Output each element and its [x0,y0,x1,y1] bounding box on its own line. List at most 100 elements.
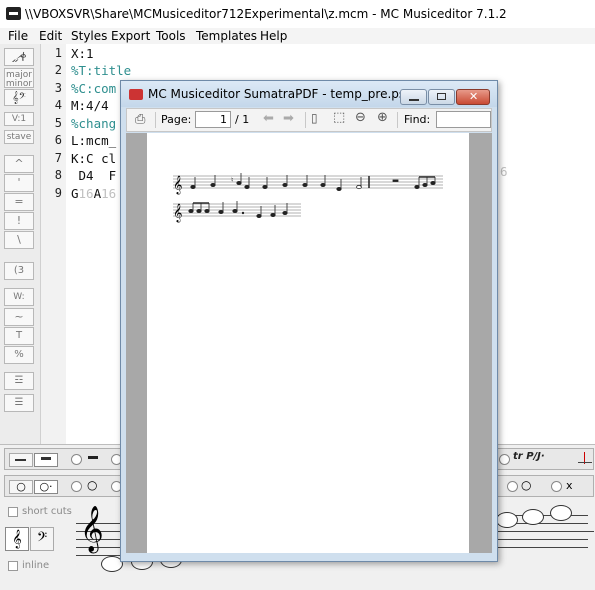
clef-icon: 𝄞𝄢 [12,91,26,104]
words-button[interactable]: W: [4,288,34,306]
whole-note-icon: ○ [16,480,26,493]
minimize-button[interactable] [400,89,427,105]
common-time-button[interactable]: 𝀴 [4,48,34,66]
tilde-button[interactable]: ~ [4,308,34,326]
pdf-viewer-window: MC Musiceditor SumatraPDF - temp_pre.ps … [120,80,498,562]
pdf-window-title: MC Musiceditor SumatraPDF - temp_pre.ps [148,87,406,101]
menu-file[interactable]: File [8,28,28,44]
bass-clef-button[interactable]: 𝄢 [30,527,54,551]
code-token: 16 [101,186,117,201]
note-radio[interactable] [551,481,562,492]
staff-line [498,539,588,540]
next-page-icon[interactable]: ➡ [283,111,294,126]
dot [241,211,245,215]
menu-help[interactable]: Help [260,28,287,44]
find-input[interactable] [436,111,491,128]
window-title: \\VBOXSVR\Share\MCMusiceditor712Experime… [25,7,507,21]
code-line: M:4/4 [71,98,109,113]
exclaim-button[interactable]: ! [4,212,34,230]
line-number-gutter: 1 2 3 4 5 6 7 8 9 [41,44,66,444]
treble-clef-staff-icon: 𝄞 [80,506,104,552]
score-preview: 𝄞 ♮ 𝄞 [173,173,443,223]
note-head [236,181,242,186]
bass-clef-icon: 𝄢 [36,529,48,548]
rest-button-selected[interactable] [34,453,58,467]
menu-templates[interactable]: Templates [196,28,257,44]
rest-button[interactable] [9,453,33,467]
stave-button[interactable]: stave [4,130,34,144]
code-line: %chang [71,116,117,131]
dotted-note-button[interactable]: ○· [34,480,58,494]
percent-button[interactable]: % [4,346,34,364]
code-line: G16A16 [71,186,116,201]
toolbar-divider [305,112,306,128]
stack-button[interactable]: ☲ [4,372,34,390]
whole-note-button[interactable]: ○ [9,480,33,494]
code-line: D4 F [71,168,117,183]
note-radio[interactable] [507,481,518,492]
maximize-button[interactable] [428,89,455,105]
find-label: Find: [404,113,431,126]
line-number: 2 [54,63,62,77]
staff-line [498,531,588,532]
close-icon: ✕ [469,90,479,103]
voice-button[interactable]: V:1 [4,112,34,126]
menu-export[interactable]: Export [111,28,150,44]
natural-sign-icon: ♮ [231,176,234,184]
zoom-out-icon[interactable]: ⊖ [355,110,366,125]
inline-checkbox[interactable] [8,561,18,571]
page-number-input[interactable]: 1 [195,111,231,128]
pdf-title-bar: MC Musiceditor SumatraPDF - temp_pre.ps … [121,81,497,107]
backslash-button[interactable]: \ [4,231,34,249]
major-minor-button[interactable]: major minor [4,68,34,89]
note-radio[interactable] [71,481,82,492]
print-icon[interactable]: ⎙ [135,112,145,127]
line-number: 7 [54,151,62,165]
note-button[interactable] [550,505,572,521]
menu-tools[interactable]: Tools [156,28,186,44]
lines-icon: ☰ [14,397,24,408]
page-label: Page: [161,113,192,126]
close-button[interactable]: ✕ [456,89,490,105]
note-head [336,187,342,192]
zoom-in-icon[interactable]: ⊕ [377,110,388,125]
pdf-toolbar: ⎙ Page: 1 / 1 ⬅ ➡ ▯ ⬚ ⊖ ⊕ Find: [126,108,492,132]
inline-label: inline [22,560,50,571]
prev-page-icon[interactable]: ⬅ [263,111,274,126]
note-button[interactable] [496,512,518,528]
note-head [188,209,194,214]
caret-button[interactable]: ^ [4,155,34,173]
menu-edit[interactable]: Edit [39,28,62,44]
minimize-icon [409,99,419,101]
note-button[interactable] [522,509,544,525]
short-cuts-checkbox[interactable] [8,507,18,517]
note-head [218,210,224,215]
triplet-button[interactable]: (3 [4,262,34,280]
treble-clef-icon: 𝄞 [173,175,182,195]
quote-button[interactable]: ' [4,174,34,192]
fermata-button[interactable] [576,452,592,466]
fit-page-icon[interactable]: ▯ [311,111,318,125]
treble-clef-icon: 𝄞 [173,203,182,223]
note-head [232,209,238,214]
menu-styles[interactable]: Styles [71,28,107,44]
rest-icon [41,457,51,460]
ornament-radio[interactable] [499,454,510,465]
note-head [414,185,420,190]
rest-icon [392,179,399,182]
rest-icon [15,459,26,461]
marker-base [578,462,592,463]
code-token: A [93,186,102,201]
main-title-bar: \\VBOXSVR\Share\MCMusiceditor712Experime… [0,0,595,28]
rest-radio[interactable] [71,454,82,465]
line-number: 9 [54,186,62,200]
clef-toggle-button[interactable]: 𝄞𝄢 [4,89,34,106]
code-line: %C:com [71,81,117,96]
treble-clef-button[interactable]: 𝄞 [5,527,29,551]
tee-button[interactable]: T [4,327,34,345]
maximize-icon [437,93,446,100]
fit-width-icon[interactable]: ⬚ [333,110,345,125]
note-head [210,183,216,188]
lines-button[interactable]: ☰ [4,394,34,412]
equals-button[interactable]: = [4,193,34,211]
